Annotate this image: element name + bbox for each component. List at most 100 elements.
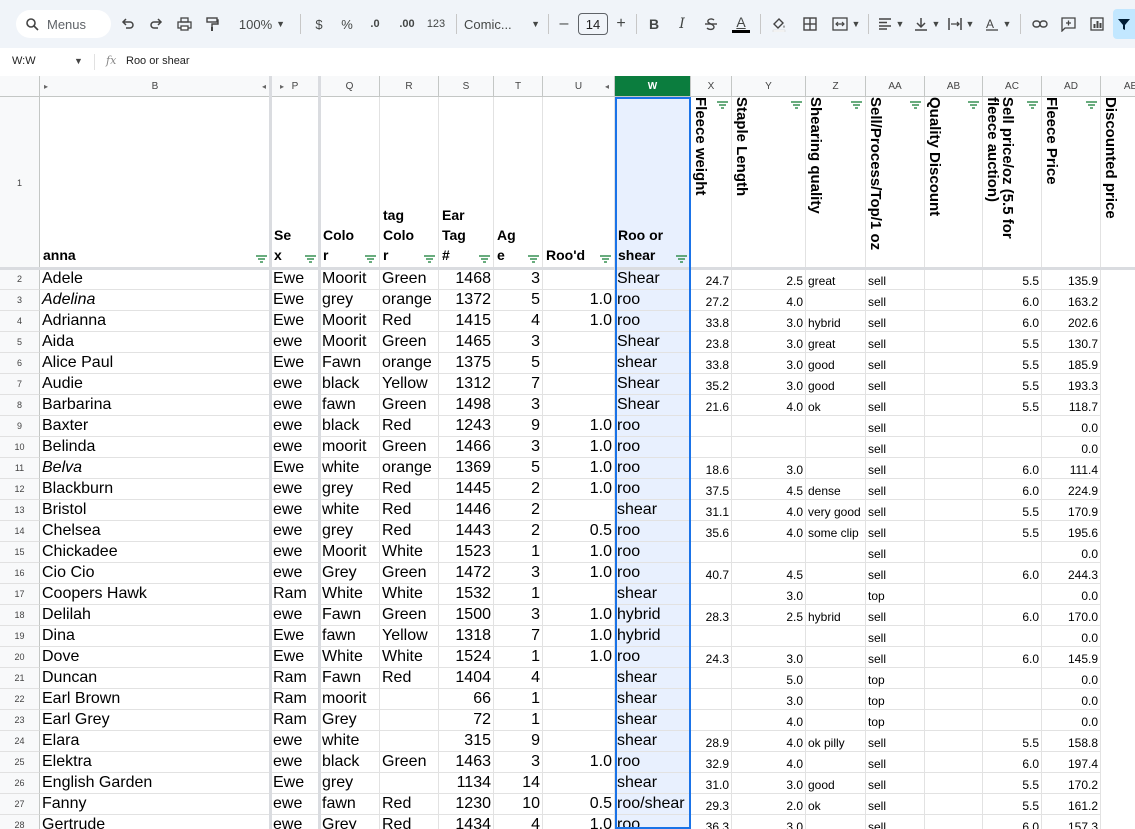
cell-b-28[interactable]: Gertrude	[40, 815, 271, 829]
cell-t-26[interactable]: 14	[494, 773, 543, 794]
cell-z-20[interactable]	[806, 647, 866, 668]
cell-u-7[interactable]	[543, 374, 615, 395]
cell-r-8[interactable]: Green	[380, 395, 439, 416]
cell-t-12[interactable]: 2	[494, 479, 543, 500]
cell-x-2[interactable]: 24.7	[691, 269, 732, 290]
cell-p-24[interactable]: ewe	[271, 731, 320, 752]
cell-x-27[interactable]: 29.3	[691, 794, 732, 815]
cell-s-26[interactable]: 1134	[439, 773, 494, 794]
cell-y-28[interactable]: 3.0	[732, 815, 806, 829]
cell-s-24[interactable]: 315	[439, 731, 494, 752]
cell-ad-12[interactable]: 224.9	[1042, 479, 1101, 500]
decrease-font-size-button[interactable]: –	[556, 12, 572, 36]
cell-ab-9[interactable]	[925, 416, 983, 437]
filter-dropdown-icon[interactable]	[910, 101, 921, 109]
cell-u-3[interactable]: 1.0	[543, 290, 615, 311]
cell-u-11[interactable]: 1.0	[543, 458, 615, 479]
cell-aa-16[interactable]: sell	[866, 563, 925, 584]
cell-ab-11[interactable]	[925, 458, 983, 479]
cell-z-9[interactable]	[806, 416, 866, 437]
cell-b-13[interactable]: Bristol	[40, 500, 271, 521]
cell-ab-15[interactable]	[925, 542, 983, 563]
cell-r-11[interactable]: orange	[380, 458, 439, 479]
cell-ac-15[interactable]	[983, 542, 1042, 563]
cell-aa-26[interactable]: sell	[866, 773, 925, 794]
paint-format-icon[interactable]	[202, 12, 222, 36]
row-header-11[interactable]: 11	[0, 458, 40, 479]
cell-u-20[interactable]: 1.0	[543, 647, 615, 668]
cell-t-9[interactable]: 9	[494, 416, 543, 437]
cell-y-25[interactable]: 4.0	[732, 752, 806, 773]
row-header-21[interactable]: 21	[0, 668, 40, 689]
cell-s-11[interactable]: 1369	[439, 458, 494, 479]
cell-z-22[interactable]	[806, 689, 866, 710]
cell-b-8[interactable]: Barbarina	[40, 395, 271, 416]
row-header-14[interactable]: 14	[0, 521, 40, 542]
filter-dropdown-icon[interactable]	[1027, 101, 1038, 109]
header-cell-s[interactable]: Ear Tag #	[439, 97, 494, 269]
cell-aa-27[interactable]: sell	[866, 794, 925, 815]
cell-ab-22[interactable]	[925, 689, 983, 710]
cell-z-15[interactable]	[806, 542, 866, 563]
cell-s-25[interactable]: 1463	[439, 752, 494, 773]
cell-p-7[interactable]: ewe	[271, 374, 320, 395]
cell-t-3[interactable]: 5	[494, 290, 543, 311]
cell-u-25[interactable]: 1.0	[543, 752, 615, 773]
cell-z-3[interactable]	[806, 290, 866, 311]
cell-y-3[interactable]: 4.0	[732, 290, 806, 311]
increase-font-size-button[interactable]: +	[613, 12, 629, 36]
cell-q-15[interactable]: Moorit	[320, 542, 380, 563]
cell-r-18[interactable]: Green	[380, 605, 439, 626]
header-cell-y[interactable]: Staple Length	[732, 97, 806, 269]
cell-ad-13[interactable]: 170.9	[1042, 500, 1101, 521]
cell-r-15[interactable]: White	[380, 542, 439, 563]
cell-r-23[interactable]	[380, 710, 439, 731]
cell-b-25[interactable]: Elektra	[40, 752, 271, 773]
cell-z-16[interactable]	[806, 563, 866, 584]
cell-ac-2[interactable]: 5.5	[983, 269, 1042, 290]
cell-aa-21[interactable]: top	[866, 668, 925, 689]
hidden-columns-arrow-icon[interactable]: ◂	[262, 82, 266, 91]
cell-ab-8[interactable]	[925, 395, 983, 416]
borders-icon[interactable]	[800, 12, 820, 36]
row-header-22[interactable]: 22	[0, 689, 40, 710]
cell-s-7[interactable]: 1312	[439, 374, 494, 395]
cell-u-23[interactable]	[543, 710, 615, 731]
italic-button[interactable]: I	[674, 12, 690, 36]
cell-b-2[interactable]: Adele	[40, 269, 271, 290]
cell-y-10[interactable]	[732, 437, 806, 458]
cell-q-16[interactable]: Grey	[320, 563, 380, 584]
cell-aa-10[interactable]: sell	[866, 437, 925, 458]
cell-ad-10[interactable]: 0.0	[1042, 437, 1101, 458]
header-cell-w[interactable]: Roo or shear	[615, 97, 691, 269]
cell-y-15[interactable]	[732, 542, 806, 563]
cell-q-26[interactable]: grey	[320, 773, 380, 794]
cell-ac-6[interactable]: 5.5	[983, 353, 1042, 374]
cell-z-17[interactable]	[806, 584, 866, 605]
cell-q-10[interactable]: moorit	[320, 437, 380, 458]
cell-aa-15[interactable]: sell	[866, 542, 925, 563]
cell-aa-11[interactable]: sell	[866, 458, 925, 479]
cell-r-3[interactable]: orange	[380, 290, 439, 311]
cell-r-24[interactable]	[380, 731, 439, 752]
cell-p-13[interactable]: ewe	[271, 500, 320, 521]
filter-dropdown-icon[interactable]	[968, 101, 979, 109]
cell-q-22[interactable]: moorit	[320, 689, 380, 710]
cell-t-15[interactable]: 1	[494, 542, 543, 563]
cell-y-14[interactable]: 4.0	[732, 521, 806, 542]
column-header-ae[interactable]: AE	[1101, 76, 1135, 97]
cell-ab-17[interactable]	[925, 584, 983, 605]
cell-y-6[interactable]: 3.0	[732, 353, 806, 374]
cell-z-19[interactable]	[806, 626, 866, 647]
cell-r-12[interactable]: Red	[380, 479, 439, 500]
cell-ac-8[interactable]: 5.5	[983, 395, 1042, 416]
cell-ad-8[interactable]: 118.7	[1042, 395, 1101, 416]
cell-p-14[interactable]: ewe	[271, 521, 320, 542]
cell-x-14[interactable]: 35.6	[691, 521, 732, 542]
cell-w-2[interactable]: Shear	[615, 269, 691, 290]
cell-aa-4[interactable]: sell	[866, 311, 925, 332]
redo-icon[interactable]	[146, 12, 166, 36]
cell-y-8[interactable]: 4.0	[732, 395, 806, 416]
cell-b-26[interactable]: English Garden	[40, 773, 271, 794]
cell-x-4[interactable]: 33.8	[691, 311, 732, 332]
